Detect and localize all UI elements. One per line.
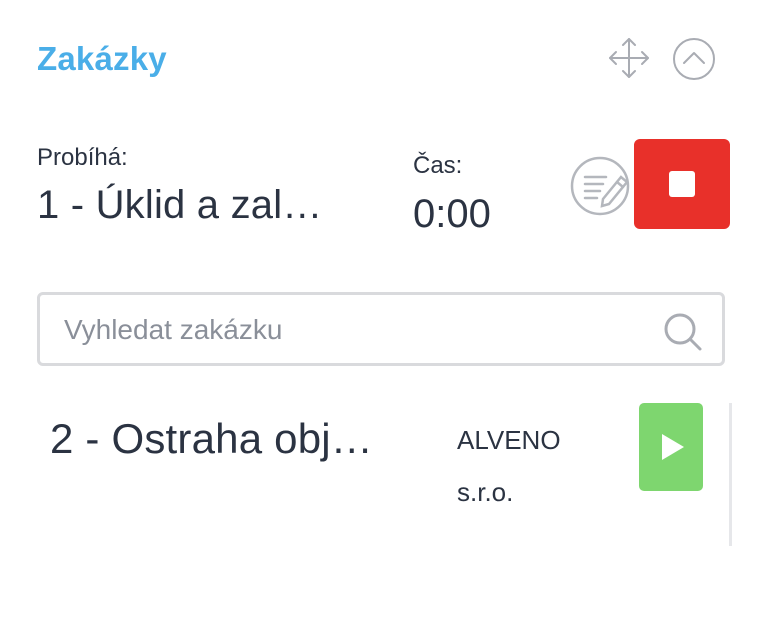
search-input[interactable] [62,295,656,365]
stop-button[interactable] [634,139,730,229]
time-value: 0:00 [413,192,491,236]
list-scrollbar[interactable] [729,403,732,546]
job-name: 2 - Ostraha obj… [50,415,373,462]
play-icon [662,434,684,460]
job-client-suffix: s.r.o. [457,477,514,507]
edit-note-icon[interactable] [570,155,634,219]
running-job-name: 1 - Úklid a zal… [37,183,323,227]
stop-icon [669,171,695,197]
move-arrows-icon[interactable] [606,35,652,81]
search-icon[interactable] [663,312,703,352]
panel-title: Zakázky [37,40,167,77]
start-job-button[interactable] [639,403,703,491]
time-label: Čas: [413,152,463,179]
chevron-up-circle-icon[interactable] [672,37,716,81]
jobs-panel: Zakázky Probíhá: 1 - Úklid a zal… Čas: 0… [0,0,768,630]
search-box [37,292,725,366]
job-client: ALVENO [457,425,561,455]
running-label: Probíhá: [37,144,128,171]
job-list-item[interactable]: 2 - Ostraha obj… ALVENO s.r.o. [37,395,727,545]
